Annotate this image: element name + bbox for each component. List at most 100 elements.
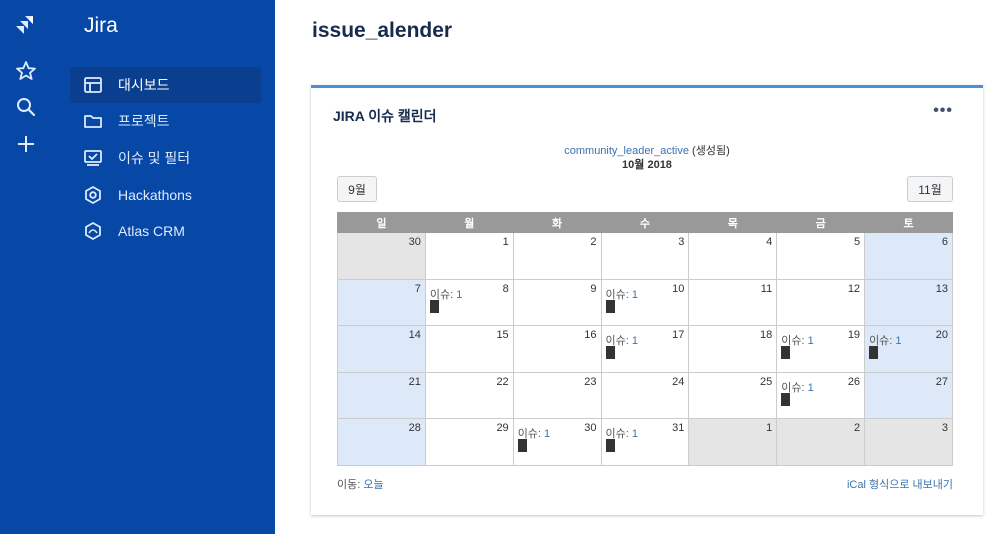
sidebar-item-projects[interactable]: 프로젝트 <box>70 103 261 139</box>
calendar-day-cell[interactable]: 17 이슈: 1 <box>600 325 690 373</box>
calendar-day-cell[interactable]: 25 <box>688 371 778 419</box>
star-icon[interactable] <box>14 59 38 83</box>
day-number: 30 <box>408 236 421 248</box>
issue-calendar-gadget: JIRA 이슈 캘린더 ••• community_leader_active … <box>311 85 983 515</box>
calendar-day-cell[interactable]: 1 <box>688 418 778 466</box>
calendar-day-cell[interactable]: 16 <box>512 325 602 373</box>
calendar-day-cell[interactable]: 26 이슈: 1 <box>776 371 866 419</box>
calendar-week-row: 14 15 16 17 이슈: 1 18 19 이슈: 1 20 이슈: 1 <box>337 325 953 373</box>
calendar-day-cell[interactable]: 2 <box>776 418 866 466</box>
calendar-week-row: 28 29 30 이슈: 1 31 이슈: 1 1 23 <box>337 418 953 466</box>
day-number: 23 <box>584 375 597 388</box>
weekday-header-row: 일 월 화 수 목 금 토 <box>337 212 953 233</box>
issues-filter-icon <box>82 147 104 169</box>
calendar-day-cell[interactable]: 1 <box>424 232 514 280</box>
calendar-day-cell[interactable]: 24 <box>600 371 690 419</box>
day-number: 3 <box>678 236 685 248</box>
calendar-day-cell[interactable]: 11 <box>688 278 778 326</box>
weekday-fri: 금 <box>776 212 866 233</box>
calendar-week-row: 30 1 2 3 4 5 6 <box>337 232 953 280</box>
calendar-day-cell[interactable]: 10 이슈: 1 <box>600 278 690 326</box>
day-number: 16 <box>584 329 597 341</box>
calendar-body: 30 1 2 3 4 5 6 7 8 이슈: 1 9 10 이슈: 1 11 12 13 14 15 16 17 이슈:… <box>337 232 953 466</box>
day-number: 22 <box>496 375 509 388</box>
calendar-day-cell[interactable]: 3 <box>600 232 690 280</box>
calendar-day-cell[interactable]: 13 <box>864 278 953 326</box>
issue-marker[interactable] <box>429 299 439 313</box>
filter-link[interactable]: community_leader_active <box>564 145 689 157</box>
sidebar-item-label: 프로젝트 <box>118 113 170 129</box>
calendar-day-cell[interactable]: 9 <box>512 278 602 326</box>
issue-marker[interactable] <box>781 346 791 359</box>
day-number: 10 <box>672 282 685 295</box>
calendar-day-cell[interactable]: 28 <box>337 418 426 466</box>
sidebar-item-hackathons[interactable]: Hackathons <box>70 177 261 213</box>
calendar-day-cell[interactable]: 15 <box>424 325 514 373</box>
calendar-day-cell[interactable]: 23 <box>512 371 602 419</box>
issue-count-value: 1 <box>807 381 814 394</box>
calendar-day-cell[interactable]: 21 <box>337 371 426 419</box>
calendar-day-cell[interactable]: 30 <box>337 232 426 280</box>
sidebar-item-issues-filters[interactable]: 이슈 및 필터 <box>70 140 261 176</box>
weekday-thu: 목 <box>688 212 778 233</box>
brand-title[interactable]: Jira <box>84 14 118 38</box>
issue-marker[interactable] <box>605 299 615 313</box>
day-number: 14 <box>408 329 421 341</box>
ical-export-link[interactable]: iCal 형식으로 내보내기 <box>847 476 953 492</box>
calendar-day-cell[interactable]: 6 <box>864 232 953 280</box>
day-number: 25 <box>759 375 773 388</box>
current-month: 10월 2018 <box>622 159 672 171</box>
calendar-day-cell[interactable]: 7 <box>337 278 426 326</box>
day-number: 1 <box>766 422 773 434</box>
calendar-day-cell[interactable]: 3 <box>864 418 953 466</box>
day-number: 2 <box>853 422 861 434</box>
search-icon[interactable] <box>14 95 38 119</box>
issue-marker[interactable] <box>781 392 791 406</box>
calendar-day-cell[interactable]: 27 <box>864 371 953 419</box>
sidebar-item-label: Atlas CRM <box>118 223 185 239</box>
day-number: 8 <box>502 282 509 295</box>
weekday-wed: 수 <box>600 212 690 233</box>
day-number: 6 <box>941 236 948 248</box>
calendar-day-cell[interactable]: 2 <box>512 232 602 280</box>
weekday-sun: 일 <box>337 212 426 233</box>
calendar-day-cell[interactable]: 18 <box>688 325 778 373</box>
next-month-button[interactable]: 11월 <box>907 176 953 202</box>
gadget-title: JIRA 이슈 캘린더 <box>333 108 437 124</box>
day-number: 5 <box>853 236 861 248</box>
issue-marker[interactable] <box>605 346 615 359</box>
weekday-tue: 화 <box>512 212 602 233</box>
calendar-day-cell[interactable]: 4 <box>688 232 778 280</box>
calendar-day-cell[interactable]: 22 <box>424 371 514 419</box>
today-link[interactable]: 오늘 <box>363 479 383 491</box>
sidebar-item-dashboard[interactable]: 대시보드 <box>70 67 261 103</box>
more-options-icon[interactable]: ••• <box>933 102 953 120</box>
day-number: 11 <box>760 282 773 295</box>
calendar-day-cell[interactable]: 5 <box>776 232 866 280</box>
sidebar-item-atlas-crm[interactable]: Atlas CRM <box>70 213 261 249</box>
issue-count-value: 1 <box>631 335 639 347</box>
calendar-day-cell[interactable]: 19 이슈: 1 <box>776 325 866 373</box>
day-number: 4 <box>766 236 773 248</box>
calendar-day-cell[interactable]: 14 <box>337 325 426 373</box>
day-number: 7 <box>414 282 421 295</box>
calendar-day-cell[interactable]: 12 <box>776 278 866 326</box>
day-number: 17 <box>672 329 685 341</box>
issue-marker[interactable] <box>869 346 879 359</box>
calendar-day-cell[interactable]: 31 이슈: 1 <box>600 418 690 466</box>
app-root: Jira 대시보드 프로젝트 이슈 및 필터 Hackathons Atlas … <box>0 0 999 534</box>
previous-month-button[interactable]: 9월 <box>337 176 377 202</box>
calendar-day-cell[interactable]: 8 이슈: 1 <box>424 278 514 326</box>
issue-marker[interactable] <box>517 439 527 452</box>
calendar-week-row: 7 8 이슈: 1 9 10 이슈: 1 11 12 13 <box>337 278 953 326</box>
hexagon-icon <box>82 184 104 206</box>
calendar-day-cell[interactable]: 20 이슈: 1 <box>864 325 953 373</box>
calendar-day-cell[interactable]: 29 <box>424 418 514 466</box>
jira-logo-icon[interactable] <box>14 14 38 38</box>
page-title: issue_alender <box>312 19 453 42</box>
plus-icon[interactable] <box>14 132 38 156</box>
crm-icon <box>82 220 104 242</box>
calendar-day-cell[interactable]: 30 이슈: 1 <box>512 418 602 466</box>
sidebar-item-label: Hackathons <box>118 187 192 203</box>
issue-marker[interactable] <box>605 439 615 452</box>
